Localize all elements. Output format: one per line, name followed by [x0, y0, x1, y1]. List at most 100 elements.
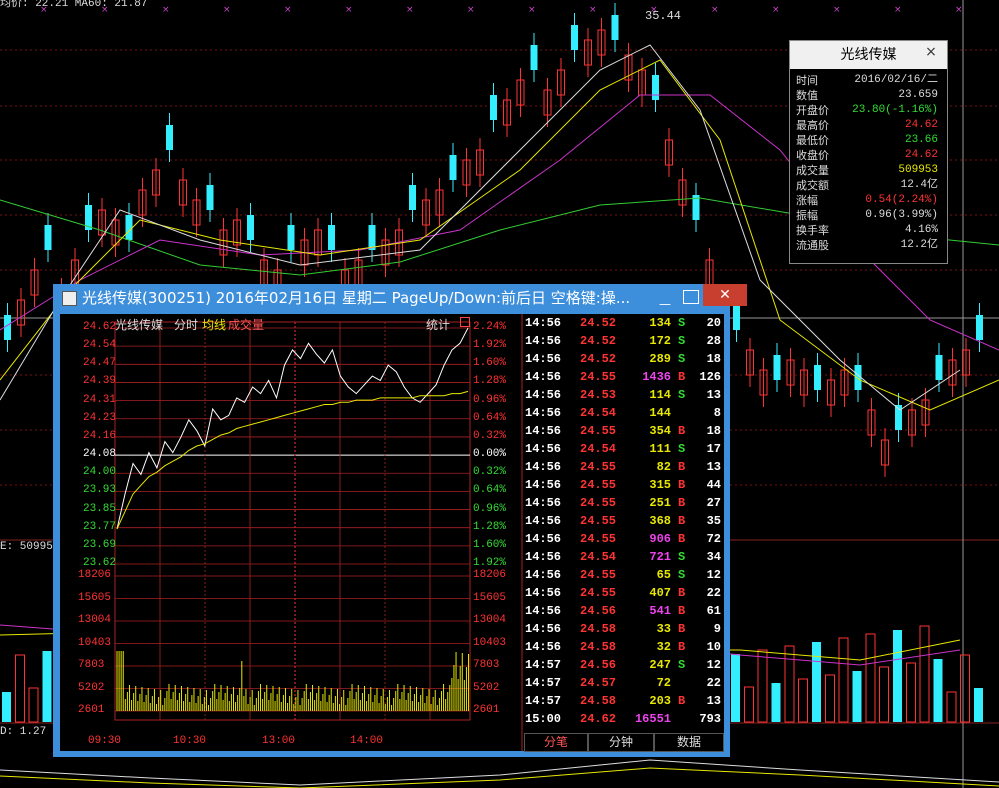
- volume-label: E: 50995: [0, 541, 53, 553]
- trade-n: 8: [713, 406, 721, 420]
- trade-row: 14:56 24.52 289 S 18: [525, 352, 721, 370]
- expand-icon[interactable]: [460, 317, 470, 327]
- candle-body: [814, 365, 821, 390]
- trade-price: 24.52: [580, 334, 617, 348]
- info-row: 成交量 509953: [796, 163, 938, 178]
- window-titlebar[interactable]: 光线传媒(300251) 2016年02月16日 星期二 PageUp/Down…: [53, 284, 747, 312]
- volume-bar: [825, 674, 835, 723]
- tab-junxian[interactable]: 均线: [202, 316, 226, 333]
- info-row-label: 换手率: [796, 224, 829, 237]
- info-panel-header: 光线传媒 ×: [790, 41, 947, 69]
- trade-time: 14:57: [525, 694, 562, 708]
- candle-body: [125, 215, 133, 240]
- volume-bar: [879, 666, 889, 723]
- trade-row: 14:56 24.53 114 S 13: [525, 388, 721, 406]
- tab-fenbi[interactable]: 分笔: [524, 733, 588, 752]
- info-row-label: 流通股: [796, 239, 829, 252]
- trade-side: S: [678, 334, 686, 348]
- candle-body: [328, 225, 335, 250]
- stock-name-label: 光线传媒: [115, 319, 164, 333]
- volume-tick-label: 5202: [78, 681, 105, 694]
- time-tick-label: 10:30: [173, 735, 207, 747]
- candle-body: [652, 75, 659, 100]
- volume-bar: [919, 625, 930, 723]
- trade-price: 24.53: [580, 388, 617, 402]
- trade-n: 61: [706, 604, 721, 618]
- candle-body: [247, 215, 254, 240]
- info-row: 开盘价 23.80(-1.16%): [796, 103, 938, 118]
- trade-price: 24.52: [580, 316, 617, 330]
- info-row-value: 0.96(3.99%): [865, 209, 938, 221]
- price-tick-label: 24.23: [83, 411, 117, 424]
- marker: ×: [467, 5, 475, 15]
- price-tick-label: 23.93: [83, 484, 117, 497]
- pct-tick-label: 2.24%: [473, 321, 507, 333]
- tongji-button[interactable]: 统计: [426, 316, 450, 333]
- volume-bar: [974, 688, 983, 722]
- candle-body: [611, 15, 619, 40]
- info-row: 时间 2016/02/16/二: [796, 73, 938, 88]
- marker: ×: [955, 5, 963, 15]
- price-tick-label: 23.77: [83, 520, 117, 533]
- info-row-value: 24.62: [904, 149, 938, 161]
- avg-price-line: [116, 390, 469, 530]
- marker: ×: [711, 5, 719, 15]
- trade-price: 24.57: [580, 676, 617, 690]
- trade-vol: 247: [649, 658, 671, 672]
- trade-n: 44: [706, 478, 721, 492]
- price-tick-label: 24.62: [83, 321, 117, 333]
- trade-vol: 721: [649, 550, 671, 564]
- trade-n: 18: [706, 352, 721, 366]
- trade-price: 24.58: [580, 622, 617, 636]
- trade-vol: 114: [649, 388, 671, 402]
- trade-time: 14:56: [525, 568, 562, 582]
- volume-bar: [42, 651, 52, 722]
- trade-vol: 251: [649, 496, 671, 510]
- pct-tick-label: 1.28%: [473, 375, 507, 388]
- tab-fenzhong[interactable]: 分钟: [588, 733, 654, 752]
- price-line: [116, 327, 469, 530]
- trade-row: 14:56 24.55 82 B 13: [525, 460, 721, 478]
- volume-bar: [933, 659, 943, 722]
- price-tick-label: 24.08: [83, 448, 117, 461]
- trade-n: 28: [706, 334, 721, 348]
- trade-price: 24.54: [580, 442, 617, 456]
- price-tick-label: 23.62: [83, 557, 117, 569]
- trade-side: B: [678, 514, 686, 528]
- trade-side: S: [678, 388, 686, 402]
- close-button[interactable]: ✕: [703, 284, 747, 306]
- trade-time: 14:56: [525, 352, 562, 366]
- pct-tick-label: 0.96%: [473, 502, 507, 515]
- minimize-button[interactable]: —: [656, 290, 674, 311]
- tab-shuju[interactable]: 数据: [654, 733, 724, 752]
- trade-time: 14:56: [525, 514, 562, 528]
- candle-body: [4, 315, 11, 340]
- trade-time: 14:56: [525, 586, 562, 600]
- trade-vol: 172: [649, 334, 671, 348]
- window-title: 光线传媒(300251) 2016年02月16日 星期二 PageUp/Down…: [82, 289, 631, 307]
- macd-line: [0, 759, 999, 786]
- close-icon[interactable]: ×: [921, 41, 941, 63]
- quote-info-panel: 光线传媒 × 时间 2016/02/16/二 数值 23.659 开盘价 23.80(-1…: [789, 40, 948, 264]
- tab-chengjiaoliang[interactable]: 成交量: [228, 316, 264, 333]
- trade-time: 14:56: [525, 316, 562, 330]
- trade-time: 15:00: [525, 712, 562, 726]
- macd-label: D: 1.27: [0, 726, 47, 738]
- volume-tick-label: 10403: [473, 636, 507, 649]
- trade-time: 14:56: [525, 622, 562, 636]
- volume-bar: [812, 642, 821, 722]
- volume-bar: [893, 630, 902, 722]
- tab-fenshi[interactable]: 分时: [174, 316, 198, 333]
- trade-time: 14:57: [525, 658, 562, 672]
- candle-body: [530, 45, 538, 70]
- trade-side: B: [678, 424, 686, 438]
- maximize-button[interactable]: [683, 290, 699, 304]
- time-tick-label: 09:30: [88, 735, 122, 747]
- high-price-label: 35.44: [645, 9, 682, 23]
- price-tick-label: 24.54: [83, 339, 117, 352]
- window-app-icon: [62, 291, 77, 306]
- trade-price: 24.55: [580, 424, 617, 438]
- price-tick-label: 24.47: [83, 357, 117, 370]
- trade-price: 24.54: [580, 406, 617, 420]
- trade-row: 14:56 24.58 32 B 10: [525, 640, 721, 658]
